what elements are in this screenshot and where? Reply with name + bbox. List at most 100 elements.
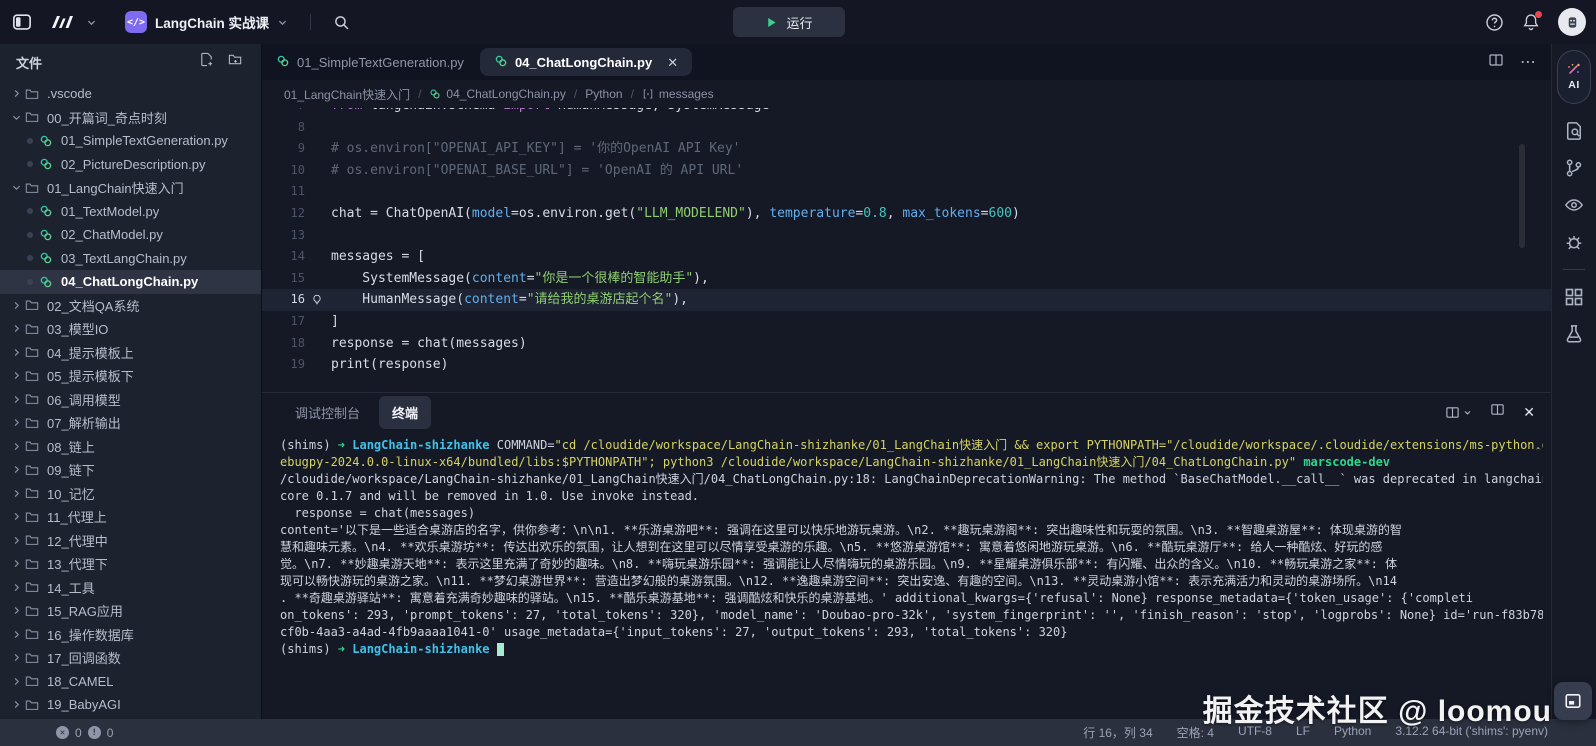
panel-toggle-float-button[interactable] — [1554, 682, 1592, 720]
tree-item-11_代理上[interactable]: 11_代理上 — [0, 505, 261, 529]
tree-item-02_ChatModel.py[interactable]: 02_ChatModel.py — [0, 223, 261, 247]
tree-item-07_解析输出[interactable]: 07_解析输出 — [0, 411, 261, 435]
tree-item-01_TextModel.py[interactable]: 01_TextModel.py — [0, 200, 261, 224]
code-line-13[interactable]: 13 — [262, 225, 1551, 247]
search-icon[interactable] — [333, 14, 350, 31]
chevron-right-icon[interactable] — [8, 88, 24, 99]
chevron-right-icon[interactable] — [8, 652, 24, 663]
chevron-right-icon[interactable] — [8, 676, 24, 687]
chevron-right-icon[interactable] — [8, 558, 24, 569]
close-panel-icon[interactable]: ✕ — [1523, 404, 1535, 421]
tree-item-.vscode[interactable]: .vscode — [0, 82, 261, 106]
workspace-chevron-icon[interactable] — [86, 17, 97, 28]
split-editor-icon[interactable] — [1488, 52, 1504, 73]
tree-item-01_SimpleTextGeneration.py[interactable]: 01_SimpleTextGeneration.py — [0, 129, 261, 153]
terminal-output[interactable]: ●(shims) ➜ LangChain-shizhanke COMMAND="… — [262, 431, 1551, 719]
avatar[interactable] — [1558, 8, 1586, 36]
tree-item-00_开篇词_奇点时刻[interactable]: 00_开篇词_奇点时刻 — [0, 106, 261, 130]
code-line-18[interactable]: 18response = chat(messages) — [262, 333, 1551, 355]
source-control-icon[interactable] — [1564, 158, 1584, 178]
tab-terminal[interactable]: 终端 — [379, 396, 431, 429]
search-in-files-icon[interactable] — [1564, 121, 1584, 141]
code-line-11[interactable]: 11 — [262, 181, 1551, 203]
code-line-9[interactable]: 9# os.environ["OPENAI_API_KEY"] = '你的Ope… — [262, 138, 1551, 160]
breadcrumb-folder[interactable]: 01_LangChain快速入门 — [284, 86, 410, 103]
new-folder-icon[interactable] — [228, 52, 243, 72]
tree-item-18_CAMEL[interactable]: 18_CAMEL — [0, 670, 261, 694]
tree-item-05_提示模板下[interactable]: 05_提示模板下 — [0, 364, 261, 388]
tree-item-13_代理下[interactable]: 13_代理下 — [0, 552, 261, 576]
tree-item-03_模型IO[interactable]: 03_模型IO — [0, 317, 261, 341]
tab-04-chatlongchain[interactable]: 04_ChatLongChain.py ✕ — [480, 48, 692, 76]
code-line-12[interactable]: 12chat = ChatOpenAI(model=os.environ.get… — [262, 203, 1551, 225]
help-icon[interactable] — [1485, 13, 1504, 32]
chevron-right-icon[interactable] — [8, 300, 24, 311]
breadcrumb-language[interactable]: Python — [585, 87, 622, 101]
close-tab-icon[interactable]: ✕ — [667, 56, 678, 69]
ai-assistant-button[interactable]: AI — [1557, 50, 1591, 104]
test-flask-icon[interactable] — [1564, 324, 1584, 344]
chevron-down-icon[interactable] — [8, 182, 24, 193]
tree-item-16_操作数据库[interactable]: 16_操作数据库 — [0, 623, 261, 647]
code-line-8[interactable]: 8 — [262, 117, 1551, 139]
code-line-16[interactable]: 16 HumanMessage(content="请给我的桌游店起个名"), — [262, 289, 1551, 311]
code-line-14[interactable]: 14messages = [ — [262, 246, 1551, 268]
chevron-right-icon[interactable] — [8, 629, 24, 640]
tree-item-02_PictureDescription.py[interactable]: 02_PictureDescription.py — [0, 153, 261, 177]
chevron-right-icon[interactable] — [8, 441, 24, 452]
code-line-19[interactable]: 19print(response) — [262, 354, 1551, 376]
tree-item-08_链上[interactable]: 08_链上 — [0, 435, 261, 459]
tree-item-17_回调函数[interactable]: 17_回调函数 — [0, 646, 261, 670]
tree-item-19_BabyAGI[interactable]: 19_BabyAGI — [0, 693, 261, 717]
chevron-right-icon[interactable] — [8, 394, 24, 405]
tree-item-02_文档QA系统[interactable]: 02_文档QA系统 — [0, 294, 261, 318]
code-line-7[interactable]: 7from langchain.schema import HumanMessa… — [262, 108, 1551, 117]
chevron-right-icon[interactable] — [8, 699, 24, 710]
marscode-logo[interactable] — [50, 13, 76, 31]
chevron-right-icon[interactable] — [8, 605, 24, 616]
file-tree[interactable]: .vscode00_开篇词_奇点时刻01_SimpleTextGeneratio… — [0, 80, 261, 719]
editor-scrollbar[interactable] — [1519, 144, 1525, 248]
chevron-right-icon[interactable] — [8, 511, 24, 522]
split-terminal-icon[interactable] — [1445, 405, 1472, 420]
preview-eye-icon[interactable] — [1564, 195, 1584, 215]
chevron-right-icon[interactable] — [8, 323, 24, 334]
chevron-right-icon[interactable] — [8, 464, 24, 475]
code-line-15[interactable]: 15 SystemMessage(content="你是一个很棒的智能助手"), — [262, 268, 1551, 290]
tree-item-04_ChatLongChain.py[interactable]: 04_ChatLongChain.py — [0, 270, 261, 294]
problems-indicator[interactable]: ✕ 0 ! 0 — [56, 726, 113, 740]
tab-debug-console[interactable]: 调试控制台 — [282, 396, 373, 429]
chevron-right-icon[interactable] — [8, 417, 24, 428]
tree-item-12_代理中[interactable]: 12_代理中 — [0, 529, 261, 553]
more-actions-icon[interactable]: ⋯ — [1520, 52, 1537, 72]
extensions-icon[interactable] — [1564, 287, 1584, 307]
new-file-icon[interactable] — [199, 52, 214, 72]
tree-item-10_记忆[interactable]: 10_记忆 — [0, 482, 261, 506]
breadcrumb-file[interactable]: 04_ChatLongChain.py — [429, 87, 565, 101]
tree-item-09_链下[interactable]: 09_链下 — [0, 458, 261, 482]
sidebar-toggle-icon[interactable] — [12, 12, 32, 32]
project-switcher[interactable]: </> LangChain 实战课 — [125, 11, 288, 33]
debug-bug-icon[interactable] — [1564, 232, 1584, 252]
chevron-right-icon[interactable] — [8, 370, 24, 381]
maximize-panel-icon[interactable] — [1490, 402, 1505, 422]
chevron-right-icon[interactable] — [8, 488, 24, 499]
tree-item-04_提示模板上[interactable]: 04_提示模板上 — [0, 341, 261, 365]
tab-01-simpletextgeneration[interactable]: 01_SimpleTextGeneration.py — [262, 44, 478, 80]
cursor-position[interactable]: 行 16，列 34 — [1083, 724, 1152, 741]
tree-item-01_LangChain快速入门[interactable]: 01_LangChain快速入门 — [0, 176, 261, 200]
code-line-10[interactable]: 10# os.environ["OPENAI_BASE_URL"] = 'Ope… — [262, 160, 1551, 182]
code-line-17[interactable]: 17] — [262, 311, 1551, 333]
chevron-down-icon[interactable] — [8, 112, 24, 123]
tree-item-15_RAG应用[interactable]: 15_RAG应用 — [0, 599, 261, 623]
chevron-right-icon[interactable] — [8, 582, 24, 593]
chevron-right-icon[interactable] — [8, 535, 24, 546]
scroll-up-indicator[interactable]: ⌃ — [1534, 445, 1543, 458]
notifications-icon[interactable] — [1522, 13, 1540, 31]
run-button[interactable]: 运行 — [733, 7, 845, 37]
breadcrumb-symbol[interactable]: messages — [642, 87, 714, 101]
chevron-right-icon[interactable] — [8, 347, 24, 358]
code-editor[interactable]: 7from langchain.schema import HumanMessa… — [262, 108, 1551, 392]
tree-item-03_TextLangChain.py[interactable]: 03_TextLangChain.py — [0, 247, 261, 271]
tree-item-14_工具[interactable]: 14_工具 — [0, 576, 261, 600]
